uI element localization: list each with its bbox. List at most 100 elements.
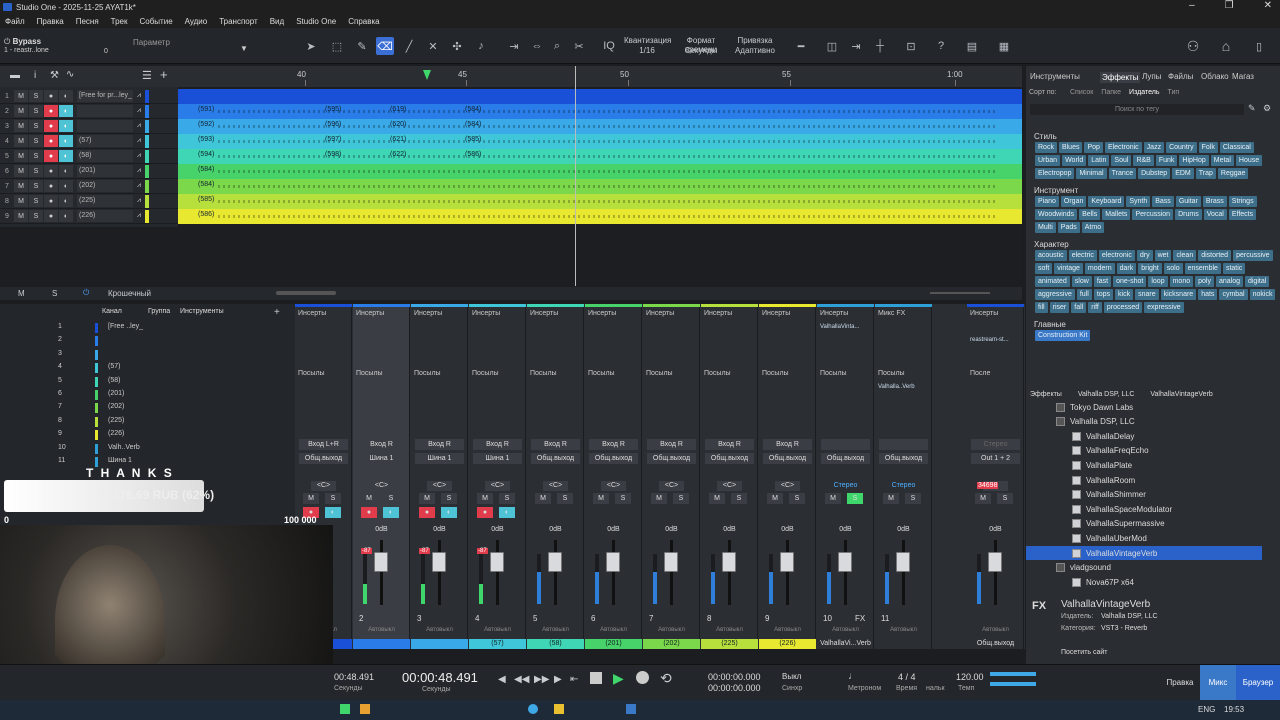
- input-selector[interactable]: [879, 439, 928, 450]
- snapshot-icon[interactable]: ⊡: [902, 37, 920, 55]
- tag-button[interactable]: dark: [1116, 263, 1137, 274]
- tag-button[interactable]: Atmo: [1081, 222, 1105, 233]
- channel-name[interactable]: (225): [108, 417, 124, 424]
- record-arm-icon[interactable]: ●: [44, 165, 58, 177]
- volume-fader[interactable]: [664, 552, 678, 572]
- pan-control[interactable]: <C>: [717, 481, 742, 491]
- help-icon[interactable]: ?: [932, 37, 950, 55]
- track-list-icon[interactable]: ☰: [142, 69, 152, 82]
- solo-button[interactable]: S: [29, 150, 43, 162]
- input-selector[interactable]: Вход R: [647, 439, 696, 450]
- tag-button[interactable]: aggressive: [1035, 289, 1075, 300]
- plugin-item[interactable]: Nova67P x64: [1072, 575, 1134, 589]
- param-dropdown-icon[interactable]: ▼: [240, 44, 248, 53]
- pan-control[interactable]: <C>: [775, 481, 800, 491]
- global-solo-button[interactable]: S: [52, 289, 57, 298]
- edge-icon[interactable]: [528, 704, 538, 714]
- range-tool-icon[interactable]: ⬚: [328, 37, 346, 55]
- menu-item[interactable]: Справка: [348, 17, 379, 26]
- channel-monitor-icon[interactable]: ◐: [441, 507, 457, 518]
- tag-button[interactable]: Multi: [1035, 222, 1056, 233]
- tag-button[interactable]: Pads: [1057, 222, 1080, 233]
- plugin-item[interactable]: ValhallaSupermassive: [1072, 517, 1165, 531]
- tag-button[interactable]: static: [1222, 263, 1246, 274]
- iq-quantize-icon[interactable]: IQ: [600, 37, 618, 55]
- tag-edit-icon[interactable]: ✎: [1248, 103, 1256, 114]
- zoom-slider[interactable]: [930, 292, 990, 294]
- channel-record-icon[interactable]: ●: [361, 507, 377, 518]
- channel-solo-button[interactable]: S: [997, 493, 1013, 504]
- time-signature[interactable]: 4 / 4: [898, 672, 916, 682]
- monitor-icon[interactable]: ◐: [59, 195, 73, 207]
- input-selector[interactable]: Вход R: [589, 439, 638, 450]
- path-segment[interactable]: Эффекты: [1030, 391, 1062, 398]
- output-selector[interactable]: Общ.выход: [763, 453, 812, 464]
- automation-label[interactable]: Автовыкл: [967, 627, 1024, 633]
- main-time-display[interactable]: 00:00:48.491: [402, 670, 478, 685]
- loop-left[interactable]: 00:00:00.000: [708, 672, 761, 682]
- mute-button[interactable]: M: [14, 135, 28, 147]
- tag-button[interactable]: acoustic: [1035, 250, 1067, 261]
- pan-control[interactable]: <C>: [659, 481, 684, 491]
- tag-button[interactable]: fast: [1093, 276, 1112, 287]
- tag-button[interactable]: World: [1062, 155, 1087, 166]
- browser-tab[interactable]: Лупы: [1142, 72, 1161, 81]
- tag-button[interactable]: clean: [1173, 250, 1197, 261]
- tag-button[interactable]: Metal: [1210, 155, 1234, 166]
- channel-mute-button[interactable]: M: [883, 493, 899, 504]
- tag-button[interactable]: Rock: [1035, 142, 1057, 153]
- record-arm-icon[interactable]: ●: [44, 120, 58, 132]
- automation-icon[interactable]: ∿: [66, 69, 74, 80]
- goto-start-icon[interactable]: ◀: [498, 674, 506, 685]
- tag-button[interactable]: animated: [1035, 276, 1070, 287]
- tag-button[interactable]: Keyboard: [1088, 196, 1125, 207]
- tag-button[interactable]: one-shot: [1113, 276, 1147, 287]
- channel-name[interactable]: (58): [108, 377, 120, 384]
- plugin-item[interactable]: ValhallaVintageVerb: [1026, 546, 1262, 560]
- channel-mute-button[interactable]: M: [651, 493, 667, 504]
- tag-button[interactable]: Mallets: [1102, 209, 1131, 220]
- tag-button[interactable]: Soul: [1111, 155, 1132, 166]
- channel-name[interactable]: Шина 1: [108, 457, 132, 464]
- tag-button[interactable]: ensemble: [1184, 263, 1221, 274]
- video-icon[interactable]: ▤: [963, 37, 981, 55]
- automation-label[interactable]: Автовыкл: [643, 627, 700, 633]
- tag-button[interactable]: Reggae: [1217, 168, 1249, 179]
- sends-label[interactable]: Посылы: [588, 370, 615, 377]
- rewind-icon[interactable]: ◀◀: [514, 674, 529, 685]
- track-header[interactable]: 5 M S ● ◐ (58) ⩘: [0, 149, 178, 164]
- snap-icon[interactable]: ⇔: [528, 37, 546, 55]
- input-selector[interactable]: Стерео: [971, 439, 1020, 450]
- volume-fader[interactable]: [896, 552, 910, 572]
- inserts-label[interactable]: Инсерты: [530, 310, 558, 317]
- listen-tool-icon[interactable]: ♪: [472, 37, 490, 55]
- browser-tab[interactable]: Файлы: [1168, 72, 1193, 81]
- grid-icon[interactable]: ▦: [995, 37, 1013, 55]
- sends-label[interactable]: Посылы: [414, 370, 441, 377]
- monitor-icon[interactable]: ◐: [59, 90, 73, 102]
- inserts-label[interactable]: Инсерты: [970, 310, 998, 317]
- tag-button[interactable]: House: [1235, 155, 1263, 166]
- sends-label[interactable]: Посылы: [472, 370, 499, 377]
- scissors-icon[interactable]: ✂: [570, 37, 588, 55]
- solo-button[interactable]: S: [29, 90, 43, 102]
- channel-mute-button[interactable]: M: [419, 493, 435, 504]
- mute-tool-icon[interactable]: ✕: [424, 37, 442, 55]
- monitor-icon[interactable]: ◐: [59, 150, 73, 162]
- tag-button[interactable]: electric: [1068, 250, 1097, 261]
- pan-control[interactable]: Стерео: [823, 481, 868, 491]
- tag-button[interactable]: Electropop: [1035, 168, 1075, 179]
- menu-item[interactable]: Правка: [37, 17, 64, 26]
- tag-button[interactable]: wet: [1154, 250, 1172, 261]
- plugin-item[interactable]: ValhallaDelay: [1072, 429, 1134, 443]
- tag-button[interactable]: bright: [1138, 263, 1162, 274]
- automation-label[interactable]: Автовыкл: [875, 627, 932, 633]
- explorer-icon[interactable]: [554, 704, 564, 714]
- solo-button[interactable]: S: [29, 195, 43, 207]
- pan-control[interactable]: <C>: [427, 481, 452, 491]
- channel-mute-button[interactable]: M: [975, 493, 991, 504]
- track-name[interactable]: [77, 105, 133, 117]
- tag-button[interactable]: Effects: [1228, 209, 1257, 220]
- pan-control[interactable]: <C>: [601, 481, 626, 491]
- record-arm-icon[interactable]: ●: [44, 105, 58, 117]
